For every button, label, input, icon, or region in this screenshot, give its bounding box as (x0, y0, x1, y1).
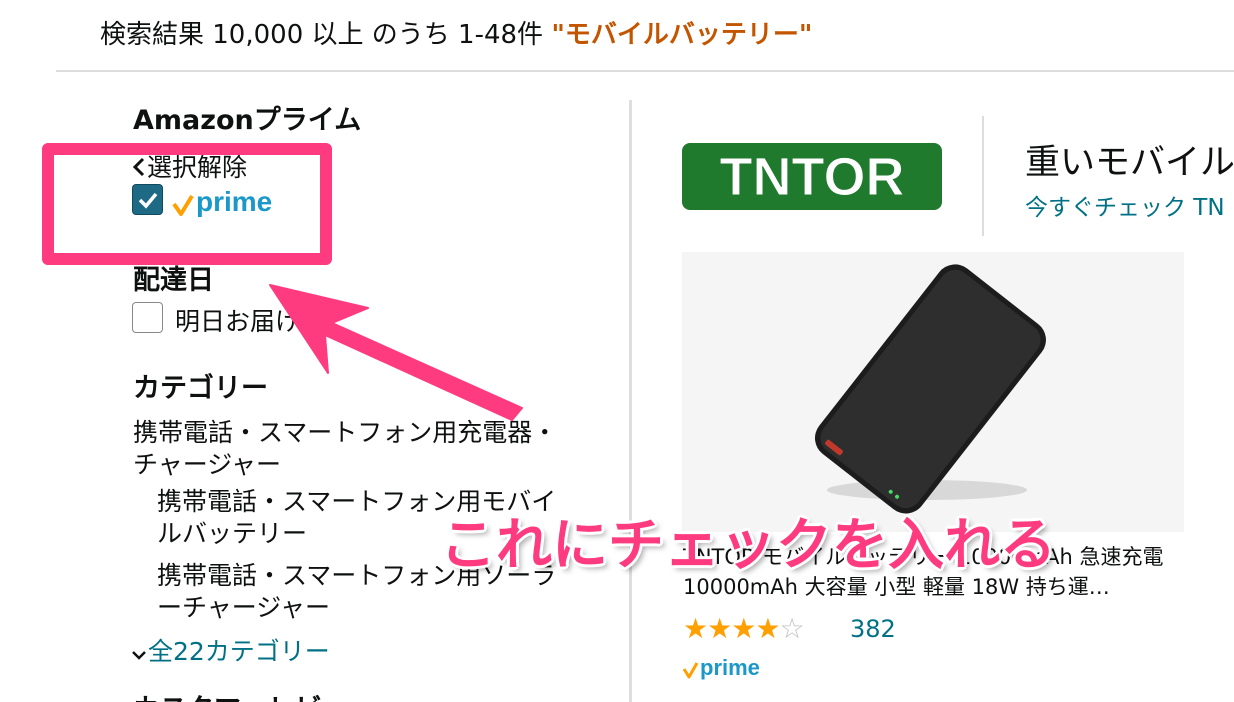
category-heading: カテゴリー (133, 373, 268, 404)
brand-logo-text: TNTOR (720, 147, 905, 207)
all-categories-link[interactable]: 全22カテゴリー (130, 632, 330, 668)
category-line: チャージャー (133, 450, 282, 479)
annotation-text: これにチェックを入れる (440, 513, 1056, 578)
chevron-down-icon (130, 639, 148, 668)
search-query: "モバイルバッテリー" (551, 20, 813, 50)
header-divider (56, 70, 1234, 72)
product-prime-text: prime (700, 655, 760, 680)
result-count-text: 検索結果 10,000 以上 のうち 1-48件 "モバイルバッテリー" (100, 14, 812, 51)
power-bank-image (814, 264, 1046, 514)
star-icon: ★ (683, 612, 708, 645)
category-line: ーチャージャー (157, 593, 331, 622)
star-icon: ★ (731, 612, 756, 645)
prime-filter-heading: Amazonプライム (133, 105, 362, 136)
results-header: 検索結果 10,000 以上 のうち 1-48件 "モバイルバッテリー" (0, 0, 1234, 70)
tomorrow-delivery-checkbox[interactable] (132, 302, 163, 333)
brand-headline[interactable]: 重いモバイル (1025, 134, 1234, 185)
all-categories-label: 全22カテゴリー (148, 637, 330, 666)
brand-divider (982, 116, 984, 236)
annotation-arrow-icon (269, 284, 523, 421)
product-image[interactable] (682, 252, 1184, 532)
star-rating[interactable]: ★★★★☆ (683, 612, 805, 645)
result-count: 検索結果 10,000 以上 のうち 1-48件 (100, 20, 552, 50)
star-icon: ★ (755, 612, 780, 645)
star-icon: ★ (707, 612, 732, 645)
tntor-brand-logo[interactable]: TNTOR (682, 143, 942, 210)
brand-check-link[interactable]: 今すぐチェック TN (1025, 188, 1225, 222)
star-empty-icon: ☆ (779, 612, 804, 645)
product-prime-badge: prime (682, 655, 760, 680)
sidebar-divider (629, 100, 632, 702)
review-heading: カスタマーレビュー (133, 690, 376, 702)
annotation-highlight-box (42, 143, 332, 265)
rating-count-link[interactable]: 382 (850, 615, 896, 643)
